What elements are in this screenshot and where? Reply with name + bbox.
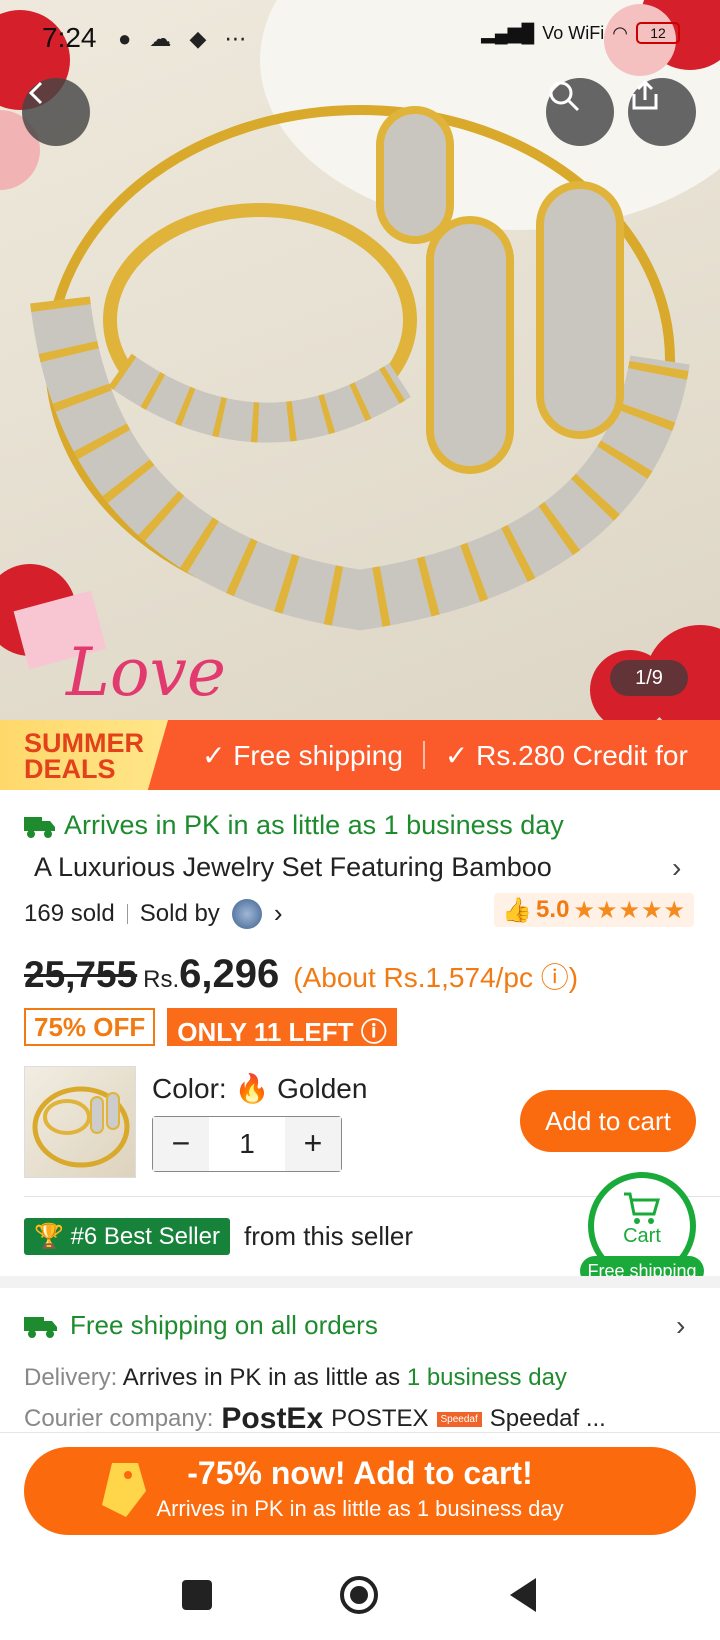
color-selector[interactable]: Color: 🔥 Golden xyxy=(152,1072,367,1105)
love-overlay-text: Love xyxy=(66,634,226,711)
system-nav-bar xyxy=(0,1552,720,1640)
best-seller-row: 🏆 #6 Best Seller from this seller xyxy=(24,1218,413,1255)
speedaf-name: Speedaf ... xyxy=(489,1405,606,1432)
search-icon xyxy=(549,81,580,112)
deal-line2: DEALS xyxy=(24,754,116,784)
star-rating-icon: ★★★★★ xyxy=(573,896,686,924)
banner-free-shipping: ✓ Free shipping xyxy=(202,739,403,771)
quantity-value[interactable]: 1 xyxy=(209,1128,285,1160)
price-row: 25,755 Rs. 6,296 (About Rs.1,574/pc ⓘ) xyxy=(24,952,578,997)
seller-chevron-icon[interactable]: › xyxy=(274,898,283,929)
add-to-cart-button[interactable]: Add to cart xyxy=(520,1090,696,1152)
postex-name: POSTEX xyxy=(331,1405,429,1432)
currency: Rs. xyxy=(143,966,180,993)
sold-by-label: Sold by xyxy=(139,899,220,927)
banner-credit: ✓ Rs.280 Credit for xyxy=(444,739,688,771)
battery-icon: 12 xyxy=(636,22,680,44)
notification-icons: ● ☁ ◆ ⋯ xyxy=(118,26,253,51)
shipping-row[interactable]: Free shipping on all orders xyxy=(24,1310,378,1341)
courier-row: Courier company: PostEx POSTEX Speedaf S… xyxy=(24,1402,606,1436)
search-button[interactable] xyxy=(546,78,614,146)
flame-icon: 🔥 xyxy=(234,1073,270,1104)
recents-button[interactable] xyxy=(182,1580,212,1610)
unit-price-text: (About Rs.1,574/pc xyxy=(293,962,533,993)
deal-line1: SUMMER xyxy=(24,728,144,758)
question-icon: ⓘ xyxy=(360,1017,387,1047)
discount-badge: 75% OFF xyxy=(24,1008,156,1046)
increase-button[interactable]: + xyxy=(285,1117,341,1171)
cart-icon xyxy=(624,1192,660,1224)
share-icon xyxy=(632,79,658,110)
unit-price-close: ) xyxy=(568,962,579,993)
signal-icon: ▂▄▆█ xyxy=(481,22,535,43)
price-tag-icon xyxy=(102,1463,146,1517)
divider xyxy=(126,903,128,924)
home-button[interactable] xyxy=(340,1576,378,1614)
variant-image xyxy=(32,1086,130,1168)
banner-divider xyxy=(422,741,425,769)
color-label: Color: xyxy=(152,1073,227,1104)
status-right: ▂▄▆█ Vo WiFi ◠ 12 xyxy=(481,22,680,44)
decrease-button[interactable]: − xyxy=(153,1117,209,1171)
bottom-bar: -75% now! Add to cart! Arrives in PK in … xyxy=(0,1432,720,1552)
variant-thumbnail[interactable] xyxy=(24,1066,136,1178)
chevron-right-icon[interactable]: › xyxy=(676,1310,685,1342)
wifi-label: Vo WiFi xyxy=(542,22,605,43)
truck-icon xyxy=(24,1316,57,1338)
delivery-row: Delivery: Arrives in PK in as little as … xyxy=(24,1364,567,1392)
sold-info: 169 sold Sold by › xyxy=(24,898,282,929)
section-divider xyxy=(0,1276,720,1288)
truck-icon xyxy=(24,816,55,838)
cta-add-to-cart-button[interactable]: -75% now! Add to cart! Arrives in PK in … xyxy=(24,1447,696,1535)
rating-badge[interactable]: 👍 5.0 ★★★★★ xyxy=(494,893,694,927)
stock-text: ONLY 11 LEFT xyxy=(177,1017,354,1047)
stock-badge[interactable]: ONLY 11 LEFT ⓘ xyxy=(167,1008,397,1047)
product-title[interactable]: A Luxurious Jewelry Set Featuring Bamboo xyxy=(34,852,594,883)
badges: 75% OFF ONLY 11 LEFT ⓘ xyxy=(24,1008,397,1047)
courier-label: Courier company: xyxy=(24,1405,214,1432)
product-image-carousel[interactable]: 7:24 ● ☁ ◆ ⋯ ▂▄▆█ Vo WiFi ◠ 12 Love 1/9 xyxy=(0,0,720,720)
original-price: 25,755 xyxy=(24,954,138,995)
promo-banner[interactable]: SUMMER DEALS ✓ Free shipping ✓ Rs.280 Cr… xyxy=(0,720,720,790)
status-time: 7:24 xyxy=(42,22,97,53)
rating-value: 5.0 xyxy=(536,896,570,923)
back-button[interactable] xyxy=(22,78,90,146)
wifi-icon: ◠ xyxy=(612,22,628,43)
arrival-info: Arrives in PK in as little as 1 business… xyxy=(24,810,564,841)
unit-price: (About Rs.1,574/pc ⓘ) xyxy=(293,956,578,996)
postex-logo: PostEx xyxy=(221,1402,324,1435)
status-bar: 7:24 ● ☁ ◆ ⋯ ▂▄▆█ Vo WiFi ◠ 12 xyxy=(0,0,720,70)
back-nav-button[interactable] xyxy=(510,1578,536,1612)
delivery-label: Delivery: xyxy=(24,1364,118,1391)
best-seller-desc: from this seller xyxy=(243,1221,414,1251)
shipping-title: Free shipping on all orders xyxy=(70,1310,378,1340)
summer-deals-logo: SUMMER DEALS xyxy=(0,720,168,790)
info-icon[interactable]: ⓘ xyxy=(541,962,569,993)
chevron-right-icon[interactable]: › xyxy=(672,852,681,884)
best-seller-text: #6 Best Seller xyxy=(70,1223,220,1250)
arrival-text: Arrives in PK in as little as 1 business… xyxy=(64,810,564,840)
seller-logo[interactable] xyxy=(231,898,262,929)
floating-cart-button[interactable]: Cart Free shipping xyxy=(580,1172,704,1286)
color-value: Golden xyxy=(277,1073,368,1104)
quantity-stepper[interactable]: − 1 + xyxy=(152,1116,342,1172)
thumbs-up-icon: 👍 xyxy=(502,896,533,924)
trophy-icon: 🏆 xyxy=(34,1223,64,1250)
share-button[interactable] xyxy=(628,78,696,146)
chevron-left-icon xyxy=(28,81,43,105)
speedaf-logo: Speedaf xyxy=(436,1411,482,1427)
current-price: 6,296 xyxy=(179,952,280,996)
delivery-highlight: 1 business day xyxy=(406,1364,567,1391)
image-counter: 1/9 xyxy=(610,660,688,696)
cart-label: Cart xyxy=(623,1225,661,1247)
delivery-text: Arrives in PK in as little as xyxy=(122,1364,401,1391)
best-seller-badge: 🏆 #6 Best Seller xyxy=(24,1218,230,1255)
sold-count: 169 sold xyxy=(24,899,115,927)
